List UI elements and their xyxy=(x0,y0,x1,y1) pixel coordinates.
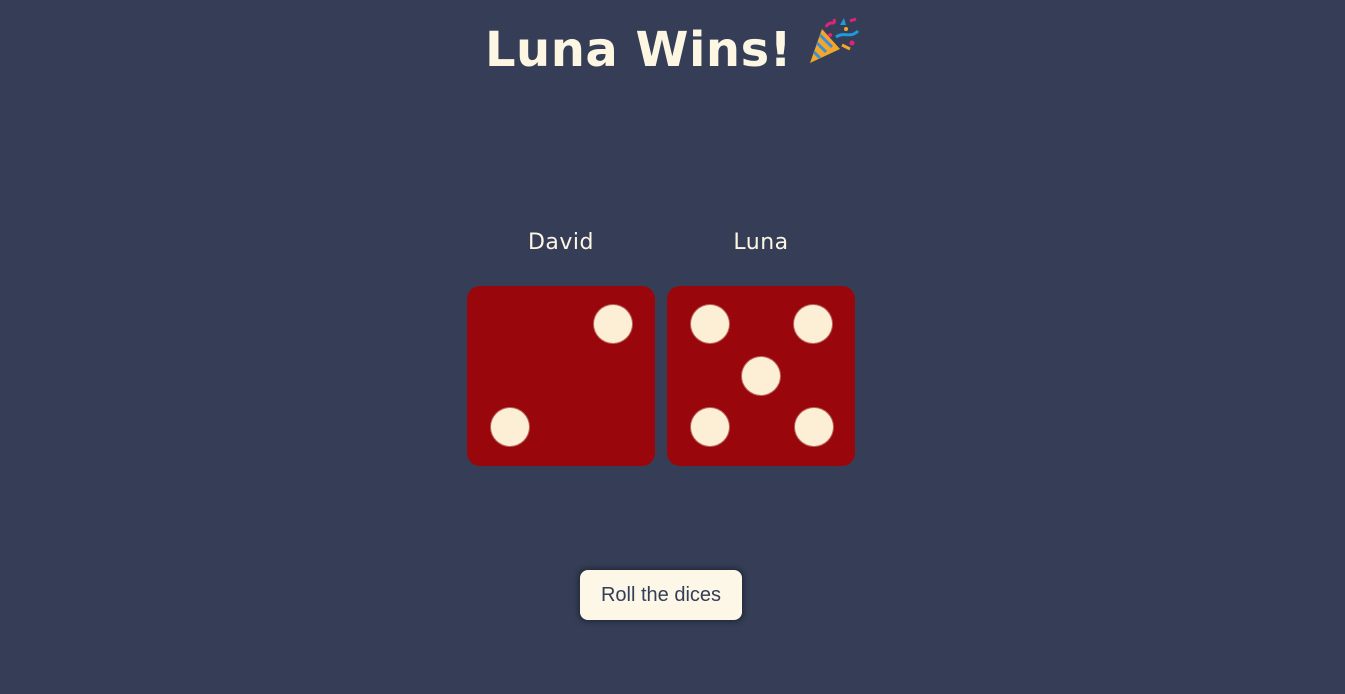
die-pip xyxy=(491,408,529,446)
die-david xyxy=(467,286,655,466)
result-heading: Luna Wins! xyxy=(0,17,1345,81)
die-luna xyxy=(667,286,855,466)
party-popper-icon xyxy=(806,15,860,81)
player-name-david: David xyxy=(527,230,595,255)
game-screen: Luna Wins! David Luna Roll the dices xyxy=(0,0,1345,694)
die-pip xyxy=(795,408,833,446)
die-pip xyxy=(691,305,729,343)
die-pip xyxy=(794,305,832,343)
die-pip xyxy=(594,305,632,343)
result-title: Luna Wins! xyxy=(484,22,793,78)
die-pip xyxy=(742,357,780,395)
player-name-luna: Luna xyxy=(733,230,789,255)
die-pip xyxy=(691,408,729,446)
roll-dice-button[interactable]: Roll the dices xyxy=(580,570,742,620)
